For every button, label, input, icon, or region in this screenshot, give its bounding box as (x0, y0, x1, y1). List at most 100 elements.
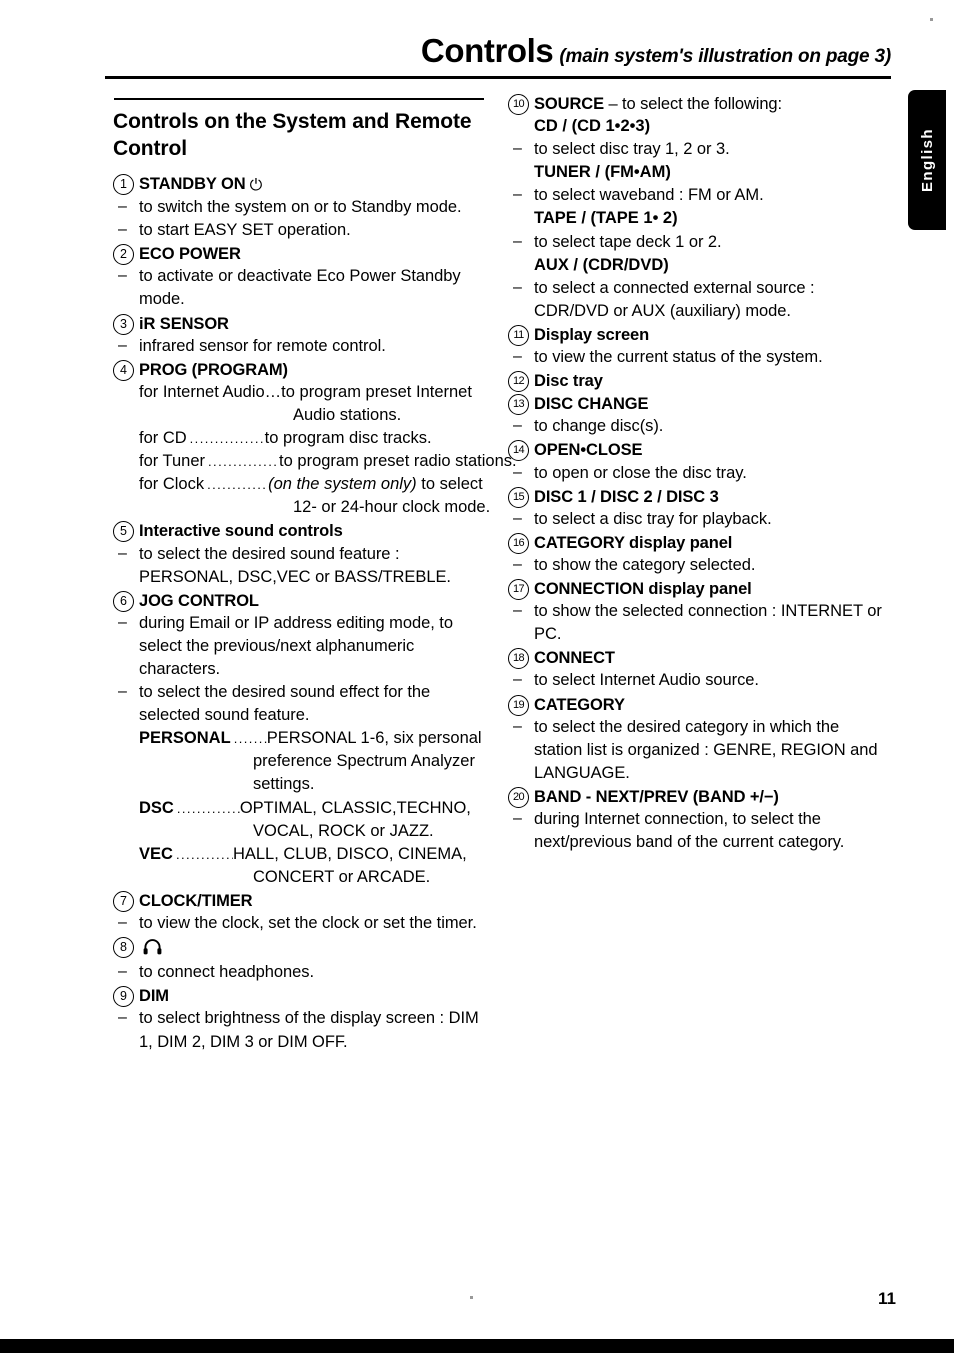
entry-description-row: – to connect headphones. (113, 961, 493, 984)
entry-term-row: 13 DISC CHANGE (508, 393, 890, 416)
masthead-rule (105, 76, 891, 79)
entry-description: to activate or deactivate Eco Power Stan… (139, 267, 461, 309)
entry-term: CONNECT (534, 647, 890, 669)
callout-number: 17 (508, 579, 529, 601)
entry-term-label: Disc tray (534, 372, 603, 391)
entry-description: to select tape deck 1 or 2. (534, 232, 722, 251)
entry-description: to select brightness of the display scre… (139, 1009, 479, 1051)
leader-row: for CD..................................… (139, 427, 493, 450)
callout-number: 18 (508, 648, 529, 670)
entry-term-row: 17 CONNECTION display panel (508, 578, 890, 601)
entry-description: to select the desired sound feature : PE… (139, 544, 451, 586)
entry-term-label: CONNECTION display panel (534, 580, 752, 599)
control-entry: 11 Display screen – to view the current sta… (508, 324, 890, 369)
entry-description-row: – to select brightness of the display scr… (113, 1007, 493, 1053)
leader-label: VEC (139, 844, 173, 863)
callout-number: 8 (113, 937, 134, 959)
leader-value-italic: (on the system only) (268, 475, 417, 494)
entry-term-row: 4 PROG (PROGRAM) (113, 359, 493, 381)
callout-number: 20 (508, 786, 529, 808)
bullet-dash: – (513, 417, 522, 435)
entry-term: DIM (139, 985, 493, 1007)
leader-row: DSC.....................................… (139, 797, 493, 820)
entry-term: Display screen (534, 324, 890, 346)
callout-number: 16 (508, 532, 529, 554)
page-masthead: Controls (main system's illustration on p… (105, 32, 891, 78)
entry-description-row: – to select the desired sound feature : P… (113, 543, 493, 589)
leader-value: OPTIMAL, CLASSIC,TECHNO, (239, 798, 471, 817)
entry-term-label: BAND - NEXT/PREV (BAND +/−) (534, 787, 779, 806)
control-entry: 4 PROG (PROGRAM) for Internet Audio…to pro… (113, 359, 517, 520)
entry-term: DISC 1 / DISC 2 / DISC 3 (534, 486, 890, 508)
entry-term: CATEGORY (534, 694, 890, 716)
entry-term (139, 936, 493, 961)
entry-description: to select Internet Audio source. (534, 671, 759, 690)
bullet-dash: – (118, 1009, 127, 1027)
entry-term-label: DISC 1 / DISC 2 / DISC 3 (534, 487, 719, 506)
leader-value: to program disc tracks. (264, 429, 432, 448)
section-title: Controls on the System and Remote Contro… (113, 110, 472, 161)
section-rule (114, 98, 484, 100)
callout-number: 10 (508, 94, 529, 115)
entry-subterm: CD / (CD 1•2•3) (534, 117, 651, 136)
control-entry: 9 DIM – to select brightness of the display… (113, 985, 493, 1053)
bullet-dash: – (513, 232, 522, 250)
left-column: Controls on the System and Remote Contro… (113, 92, 517, 1054)
page-subtitle: (main system's illustration on page 3) (559, 46, 891, 67)
bullet-dash: – (513, 602, 522, 620)
headphones-icon (143, 939, 162, 961)
callout-number: 2 (113, 244, 134, 266)
entry-term-row: 6 JOG CONTROL (113, 590, 493, 612)
entry-term-row: 19 CATEGORY (508, 694, 890, 716)
callout-number: 11 (508, 324, 529, 346)
control-entry: 15 DISC 1 / DISC 2 / DISC 3– to select a d… (508, 486, 890, 531)
bullet-dash: – (118, 544, 127, 562)
entry-description: during Email or IP address editing mode,… (139, 613, 453, 678)
leader-value: PERSONAL 1-6, six personal (266, 729, 482, 748)
entry-term-row: 12 Disc tray (508, 370, 890, 393)
entry-term-row: 1 STANDBY ON ⏻ (113, 173, 493, 196)
entry-continuation: 12- or 24-hour clock mode. (293, 498, 491, 517)
control-entry: 16 CATEGORY display panel – to show the cat… (508, 532, 890, 577)
bullet-dash: – (118, 336, 127, 354)
entry-description-row: – to select disc tray 1, 2 or 3. (508, 138, 890, 161)
entry-continuation: Audio stations. (293, 405, 402, 424)
page-title: Controls (420, 32, 554, 69)
entry-term-row: 7 CLOCK/TIMER (113, 890, 493, 912)
entry-term-row: 20 BAND - NEXT/PREV (BAND +/−) (508, 786, 890, 808)
bullet-dash: – (513, 348, 522, 366)
entry-description: during Internet connection, to select th… (534, 810, 845, 852)
callout-number: 4 (113, 359, 134, 381)
leader-value: HALL, CLUB, DISCO, CINEMA, (232, 844, 467, 863)
bullet-dash: – (513, 463, 522, 481)
entry-description-row: – to switch the system on or to Standby m… (113, 196, 493, 219)
entry-description: to open or close the disc tray. (534, 463, 747, 482)
entry-term: ECO POWER (139, 243, 493, 265)
entry-description: to select a connected external source : … (534, 278, 815, 320)
entry-description: to select the desired category in which … (534, 717, 878, 782)
entry-description: to connect headphones. (139, 963, 315, 982)
callout-number: 14 (508, 440, 529, 462)
entry-term: DISC CHANGE (534, 393, 890, 415)
control-entry: 18 CONNECT – to select Internet Audio sourc… (508, 647, 890, 692)
control-entry: 19 CATEGORY – to select the desired categor… (508, 694, 890, 785)
entry-term-label: CLOCK/TIMER (139, 891, 253, 910)
entry-term-label: OPEN•CLOSE (534, 441, 643, 460)
entry-term-label: Interactive sound controls (139, 522, 343, 541)
entry-description-row: – to view the current status of the syste… (508, 346, 890, 369)
control-entry: 13 DISC CHANGE – to change disc(s). (508, 393, 890, 438)
entry-continuation: CONCERT or ARCADE. (253, 867, 431, 886)
right-entry-list: 10 SOURCE – to select the following: CD / … (508, 93, 890, 854)
bullet-dash: – (513, 509, 522, 527)
scan-speck (470, 1296, 473, 1299)
entry-term-row: 5 Interactive sound controls (113, 520, 493, 543)
entry-term: SOURCE – to select the following: (534, 93, 890, 115)
leader-label: DSC (139, 798, 174, 817)
scan-speck (930, 18, 933, 21)
entry-description-row: – to select tape deck 1 or 2. (508, 231, 890, 254)
entry-term-label: ECO POWER (139, 245, 241, 264)
entry-term: iR SENSOR (139, 313, 493, 335)
control-entry: 14 OPEN•CLOSE – to open or close the disc t… (508, 439, 890, 484)
entry-description-row: – to change disc(s). (508, 415, 890, 438)
callout-number: 6 (113, 590, 134, 612)
